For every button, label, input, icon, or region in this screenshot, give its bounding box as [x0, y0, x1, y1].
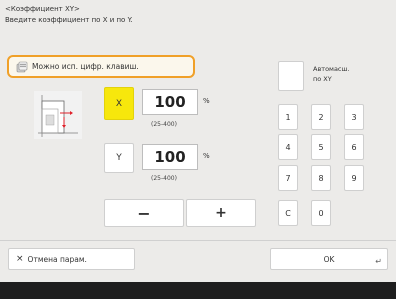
keypad-hint: Можно исп. цифр. клавиш.: [7, 55, 195, 78]
cancel-settings-button[interactable]: × Отмена парам.: [8, 248, 135, 270]
x-axis-button[interactable]: X: [104, 87, 134, 120]
key-8[interactable]: 8: [311, 165, 331, 191]
auto-xy-toggle[interactable]: [278, 61, 304, 91]
key-7[interactable]: 7: [278, 165, 298, 191]
ok-button[interactable]: OK ↵: [270, 248, 388, 270]
xy-scale-diagram: [34, 91, 82, 139]
footer-divider: [0, 240, 396, 241]
keypad-hint-icon: [16, 61, 28, 72]
y-value-field[interactable]: 100: [142, 144, 198, 170]
key-2[interactable]: 2: [311, 104, 331, 130]
increase-button[interactable]: +: [186, 199, 256, 227]
x-range: (25-400): [151, 121, 177, 128]
corner-arrow-icon: ↵: [375, 257, 382, 266]
key-clear[interactable]: C: [278, 200, 298, 226]
x-unit: %: [203, 97, 210, 105]
status-bar: [0, 282, 396, 299]
key-1[interactable]: 1: [278, 104, 298, 130]
y-axis-button[interactable]: Y: [104, 143, 134, 173]
close-icon: ×: [16, 254, 24, 264]
decrease-button[interactable]: −: [104, 199, 184, 227]
y-unit: %: [203, 152, 210, 160]
key-5[interactable]: 5: [311, 134, 331, 160]
key-9[interactable]: 9: [344, 165, 364, 191]
auto-xy-label-line2: по XY: [313, 75, 332, 83]
cancel-settings-label: Отмена парам.: [27, 254, 87, 264]
key-4[interactable]: 4: [278, 134, 298, 160]
key-0[interactable]: 0: [311, 200, 331, 226]
x-value-field[interactable]: 100: [142, 89, 198, 115]
y-range: (25-400): [151, 175, 177, 182]
page-instruction: Введите коэффициент по X и по Y.: [5, 16, 133, 24]
key-6[interactable]: 6: [344, 134, 364, 160]
auto-xy-label: Автомасш. по XY: [313, 64, 350, 84]
keypad-hint-text: Можно исп. цифр. клавиш.: [32, 62, 139, 71]
key-3[interactable]: 3: [344, 104, 364, 130]
ok-label: OK: [323, 254, 335, 264]
auto-xy-label-line1: Автомасш.: [313, 65, 350, 73]
page-title: <Коэффициент XY>: [5, 5, 80, 13]
header: <Коэффициент XY> Введите коэффициент по …: [5, 4, 133, 26]
